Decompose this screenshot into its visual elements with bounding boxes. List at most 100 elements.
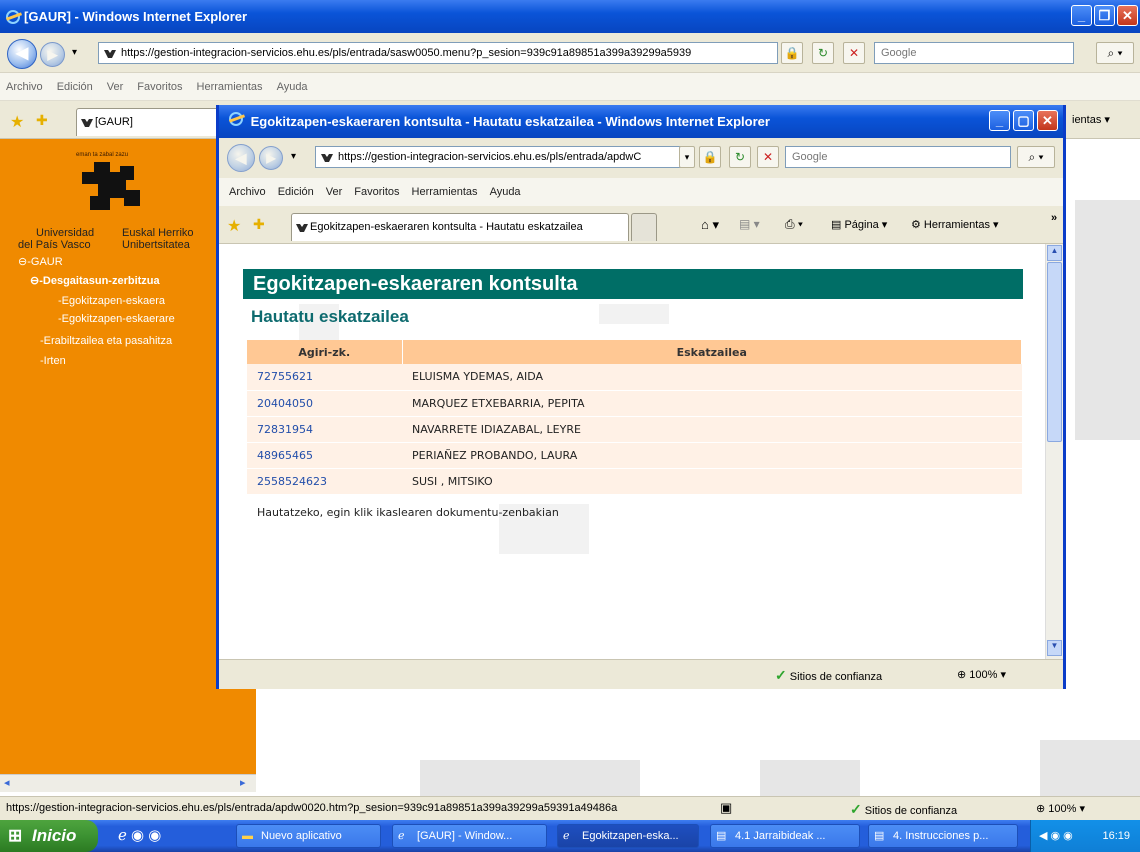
popup-history-dropdown-icon[interactable]: ▾ bbox=[291, 151, 296, 162]
selection-hint: Hautatzeko, egin klik ikaslearen dokumen… bbox=[257, 506, 559, 519]
tree-item-erabiltzailea[interactable]: -Erabiltzailea eta pasahitza bbox=[40, 335, 172, 347]
menu-edicion[interactable]: Edición bbox=[57, 81, 93, 93]
doc-number-link[interactable]: 20404050 bbox=[247, 390, 402, 417]
popup-title-bar: Egokitzapen-eskaeraren kontsulta - Hauta… bbox=[219, 105, 1063, 138]
applicants-table: Agiri-zk. Eskatzailea 72755621 ELUISMA Y… bbox=[247, 340, 1022, 495]
popup-stop-icon[interactable]: ✕ bbox=[757, 146, 779, 168]
outer-window-title: [GAUR] - Windows Internet Explorer bbox=[24, 9, 248, 24]
scroll-right-icon[interactable]: ▸ bbox=[240, 776, 246, 789]
tree-root[interactable]: ⊖-GAUR bbox=[18, 255, 63, 268]
back-button[interactable]: ◀ bbox=[7, 39, 37, 69]
scroll-left-icon[interactable]: ◂ bbox=[4, 776, 10, 789]
menu-favoritos[interactable]: Favoritos bbox=[137, 81, 182, 93]
tree-node-desgaitasun[interactable]: ⊖-Desgaitasun-zerbitzua bbox=[30, 274, 160, 287]
sidebar-horizontal-scrollbar[interactable]: ◂ ▸ bbox=[0, 774, 256, 792]
popup-site-favicon-icon bbox=[321, 154, 333, 162]
popup-lock-icon[interactable]: 🔒 bbox=[699, 146, 721, 168]
popup-zoom-label: 100% bbox=[969, 669, 998, 681]
popup-search-icon[interactable]: ⌕ ▾ bbox=[1017, 146, 1055, 168]
menu-archivo[interactable]: Archivo bbox=[6, 81, 43, 93]
add-favorite-icon[interactable]: ✚ bbox=[36, 112, 48, 129]
doc-number-link[interactable]: 72831954 bbox=[247, 416, 402, 443]
maximize-button[interactable]: ❐ bbox=[1094, 5, 1115, 26]
univ-es-line2: del País Vasco bbox=[18, 239, 91, 251]
popup-forward-button[interactable]: ▶ bbox=[259, 146, 283, 170]
tree-leaf-egokitzapen-eskaera[interactable]: -Egokitzapen-eskaera bbox=[58, 295, 165, 307]
page-menu-button[interactable]: ▤ Página ▾ bbox=[831, 218, 887, 231]
task-instrucciones[interactable]: ▤ 4. Instrucciones p... bbox=[868, 824, 1018, 848]
quick-launch-icons[interactable]: ℯ ◉ ◉ bbox=[118, 826, 161, 844]
table-row: 20404050 MARQUEZ ETXEBARRIA, PEPITA bbox=[247, 390, 1022, 417]
popup-menu-herramientas[interactable]: Herramientas bbox=[412, 186, 478, 198]
close-button[interactable]: ✕ bbox=[1117, 5, 1138, 26]
popup-address-dropdown-icon[interactable]: ▾ bbox=[679, 146, 695, 168]
history-dropdown-icon[interactable]: ▾ bbox=[72, 47, 77, 58]
doc-number-link[interactable]: 48965465 bbox=[247, 442, 402, 469]
popup-menu-edicion[interactable]: Edición bbox=[278, 186, 314, 198]
tab-gaur[interactable]: [GAUR] bbox=[76, 108, 224, 136]
menu-herramientas[interactable]: Herramientas bbox=[197, 81, 263, 93]
home-icon[interactable]: ⌂ ▾ bbox=[701, 217, 719, 233]
forward-button[interactable]: ▶ bbox=[40, 42, 65, 67]
outer-checkmark-icon: ✓ bbox=[850, 801, 862, 817]
clock[interactable]: 16:19 bbox=[1102, 830, 1130, 842]
outer-zoom-control[interactable]: ⊕ 100% ▾ bbox=[1036, 802, 1085, 815]
popup-page-content: Egokitzapen-eskaeraren kontsulta Hautatu… bbox=[219, 244, 1045, 659]
univ-eu-line2: Unibertsitatea bbox=[122, 239, 190, 251]
popup-search-input[interactable]: Google bbox=[785, 146, 1011, 168]
tools-menu-partial[interactable]: ientas ▾ bbox=[1072, 113, 1110, 126]
tree-item-irten[interactable]: -Irten bbox=[40, 355, 66, 367]
stop-icon[interactable]: ✕ bbox=[843, 42, 865, 64]
popup-zoom-control[interactable]: ⊕ 100% ▾ bbox=[957, 668, 1006, 681]
task-label-0: Nuevo aplicativo bbox=[261, 830, 342, 842]
doc-number-link[interactable]: 72755621 bbox=[247, 364, 402, 391]
start-button[interactable]: ⊞ Inicio bbox=[0, 820, 98, 852]
scroll-up-icon[interactable]: ▲ bbox=[1047, 245, 1062, 261]
tray-icons[interactable]: ◀ ◉ ◉ bbox=[1039, 820, 1073, 852]
popup-refresh-icon[interactable]: ↻ bbox=[729, 146, 751, 168]
address-bar[interactable]: https://gestion-integracion-servicios.eh… bbox=[98, 42, 778, 64]
popup-menu-archivo[interactable]: Archivo bbox=[229, 186, 266, 198]
background-logo-watermark-bottom-3 bbox=[1040, 740, 1140, 796]
toolbar-overflow-icon[interactable]: » bbox=[1051, 212, 1057, 224]
popup-favorites-star-icon[interactable]: ★ bbox=[227, 216, 241, 236]
checkmark-icon: ✓ bbox=[775, 667, 787, 683]
minimize-button[interactable]: _ bbox=[1071, 5, 1092, 26]
word-doc-icon: ▤ bbox=[716, 830, 727, 842]
search-input[interactable]: Google bbox=[874, 42, 1074, 64]
tools-menu-button[interactable]: ⚙ Herramientas ▾ bbox=[911, 218, 999, 231]
popup-maximize-button[interactable]: ▢ bbox=[1013, 110, 1034, 131]
doc-number-link[interactable]: 2558524623 bbox=[247, 468, 402, 495]
favorites-star-icon[interactable]: ★ bbox=[10, 112, 24, 132]
feeds-icon[interactable]: ▤ ▾ bbox=[739, 217, 760, 231]
scroll-down-icon[interactable]: ▼ bbox=[1047, 640, 1062, 656]
popup-add-favorite-icon[interactable]: ✚ bbox=[253, 216, 265, 233]
refresh-icon[interactable]: ↻ bbox=[812, 42, 834, 64]
menu-ver[interactable]: Ver bbox=[107, 81, 124, 93]
task-jarraibideak[interactable]: ▤ 4.1 Jarraibideak ... bbox=[710, 824, 860, 848]
print-icon[interactable]: ⎙ ▾ bbox=[785, 217, 803, 232]
background-logo-watermark bbox=[1075, 200, 1140, 440]
menu-ayuda[interactable]: Ayuda bbox=[277, 81, 308, 93]
popup-vertical-scrollbar[interactable]: ▲ ▼ bbox=[1045, 244, 1063, 659]
popup-menu-favoritos[interactable]: Favoritos bbox=[354, 186, 399, 198]
popup-address-bar[interactable]: https://gestion-integracion-servicios.eh… bbox=[315, 146, 687, 168]
popup-tab-active[interactable]: Egokitzapen-eskaeraren kontsulta - Hauta… bbox=[291, 213, 629, 241]
popup-search-placeholder: Google bbox=[792, 151, 828, 163]
popup-menu-ver[interactable]: Ver bbox=[326, 186, 343, 198]
popup-minimize-button[interactable]: _ bbox=[989, 110, 1010, 131]
task-egokitzapen[interactable]: ℯ Egokitzapen-eska... bbox=[557, 824, 699, 848]
popup-back-button[interactable]: ◀ bbox=[227, 144, 255, 172]
task-nuevo-aplicativo[interactable]: ▬ Nuevo aplicativo bbox=[236, 824, 381, 848]
scroll-thumb[interactable] bbox=[1047, 262, 1062, 442]
popup-close-button[interactable]: ✕ bbox=[1037, 110, 1058, 131]
search-icon[interactable]: ⌕ ▾ bbox=[1096, 42, 1134, 64]
ie-icon bbox=[6, 9, 20, 24]
popup-new-tab-button[interactable] bbox=[631, 213, 657, 241]
lock-icon[interactable]: 🔒 bbox=[781, 42, 803, 64]
applicant-name: MARQUEZ ETXEBARRIA, PEPITA bbox=[402, 390, 1022, 417]
tree-leaf-egokitzapen-eskaerare[interactable]: -Egokitzapen-eskaerare bbox=[58, 313, 175, 325]
task-gaur[interactable]: ℯ [GAUR] - Window... bbox=[392, 824, 547, 848]
task-ie-icon-2: ℯ bbox=[563, 830, 570, 842]
popup-menu-ayuda[interactable]: Ayuda bbox=[490, 186, 521, 198]
